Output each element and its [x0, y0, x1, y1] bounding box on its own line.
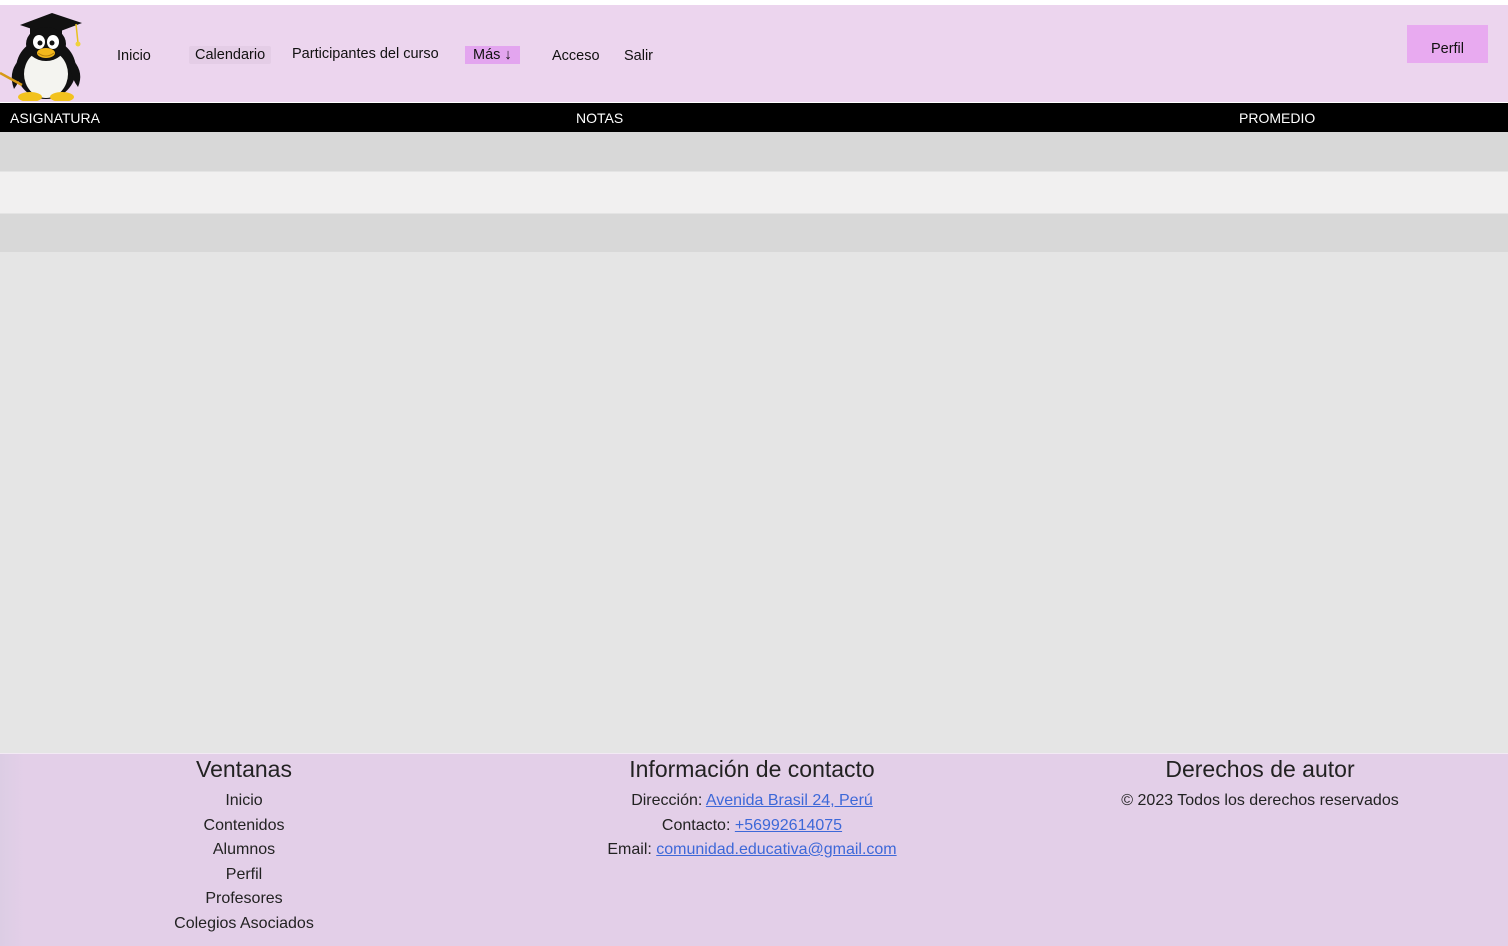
footer-windows-title: Ventanas	[196, 756, 292, 782]
email-link[interactable]: comunidad.educativa@gmail.com	[656, 841, 896, 858]
footer-copyright-title: Derechos de autor	[1165, 756, 1355, 782]
footer-link-alumnos[interactable]: Alumnos	[94, 838, 394, 863]
nav-inicio[interactable]: Inicio	[117, 47, 151, 65]
footer-link-perfil[interactable]: Perfil	[94, 863, 394, 888]
email-label: Email:	[607, 841, 657, 858]
profile-button[interactable]: Perfil	[1407, 25, 1488, 63]
header-promedio: PROMEDIO	[1239, 110, 1316, 126]
contact-email: Email: comunidad.educativa@gmail.com	[452, 838, 1052, 863]
navbar: Inicio Calendario Participantes del curs…	[0, 5, 1508, 102]
copyright-text: © 2023 Todos los derechos reservados	[1121, 792, 1399, 809]
grades-table-header: ASIGNATURA NOTAS PROMEDIO	[0, 103, 1508, 132]
content-area	[0, 252, 1508, 753]
nav-participantes[interactable]: Participantes del curso	[292, 45, 439, 63]
footer-link-profesores[interactable]: Profesores	[94, 887, 394, 912]
phone-label: Contacto:	[661, 816, 735, 834]
footer: Ventanas Inicio Contenidos Alumnos Perfi…	[0, 753, 1508, 946]
header-asignatura: ASIGNATURA	[10, 110, 100, 126]
footer-link-colegios[interactable]: Colegios Asociados	[94, 912, 394, 937]
footer-link-contenidos[interactable]: Contenidos	[94, 814, 394, 839]
nav-calendario[interactable]: Calendario	[189, 46, 272, 64]
address-label: Dirección:	[631, 792, 706, 809]
nav-salir[interactable]: Salir	[624, 47, 653, 65]
table-row	[0, 132, 1508, 171]
footer-link-inicio[interactable]: Inicio	[94, 789, 394, 814]
phone-link[interactable]: +56992614075	[735, 817, 842, 834]
table-row	[0, 214, 1508, 252]
table-row	[0, 171, 1508, 214]
contact-address: Dirección: Avenida Brasil 24, Perú	[452, 789, 1052, 814]
footer-contact: Información de contacto Dirección: Aveni…	[452, 754, 1052, 863]
footer-windows: Ventanas Inicio Contenidos Alumnos Perfi…	[94, 754, 394, 936]
penguin-graduate-logo	[0, 13, 82, 101]
footer-contact-title: Información de contacto	[629, 756, 875, 782]
contact-phone: Contacto: +56992614075	[452, 814, 1052, 839]
address-link[interactable]: Avenida Brasil 24, Perú	[706, 792, 873, 809]
footer-copyright: Derechos de autor © 2023 Todos los derec…	[1060, 754, 1460, 814]
header-notas: NOTAS	[576, 110, 624, 126]
nav-mas-dropdown[interactable]: Más ↓	[465, 46, 520, 64]
nav-acceso[interactable]: Acceso	[552, 47, 600, 65]
